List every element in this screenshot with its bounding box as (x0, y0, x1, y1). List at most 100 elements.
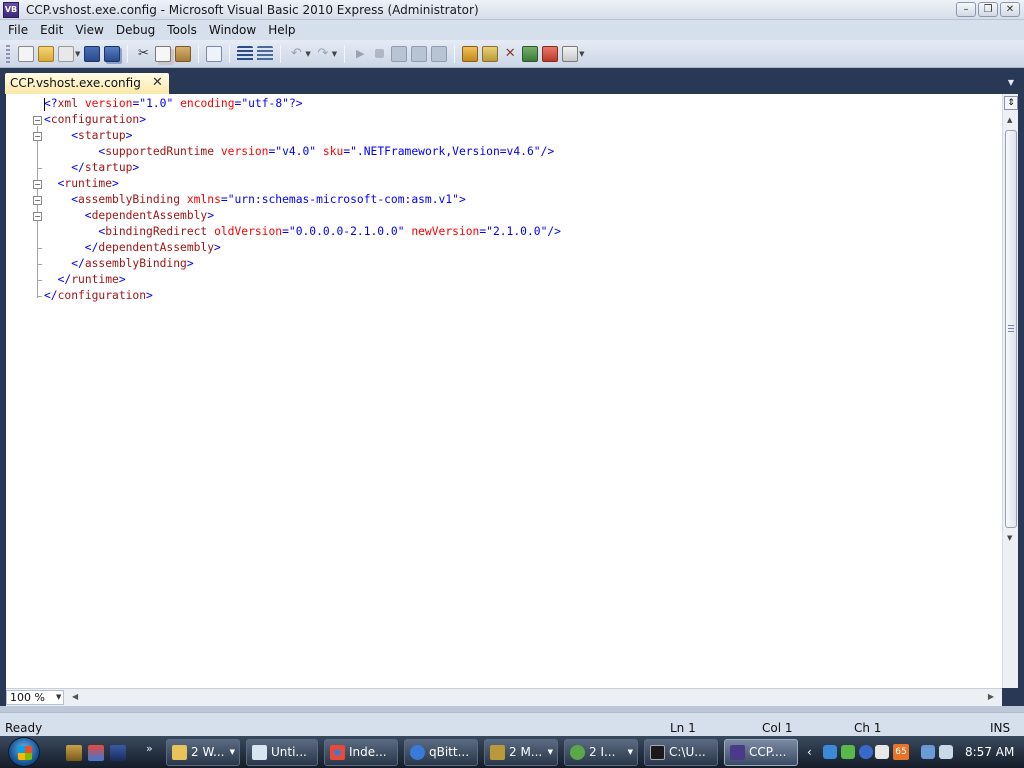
tab-ccp-vshost-exe-config[interactable]: CCP.vshost.exe.config ✕ (5, 73, 169, 94)
network-icon[interactable] (921, 745, 935, 759)
taskbar-button[interactable]: C:\U... (644, 739, 718, 766)
step-over-icon[interactable] (411, 45, 428, 62)
menu-view[interactable]: View (69, 23, 109, 37)
taskbar-button-active[interactable]: CCP.... (724, 739, 798, 766)
chevron-down-icon[interactable]: ▼ (332, 50, 337, 58)
scroll-up-icon[interactable]: ▲ (1007, 116, 1012, 124)
vertical-scrollbar[interactable]: ⇕ ▲ ▼ (1002, 94, 1018, 688)
taskbar-button[interactable]: 2 M... ▼ (484, 739, 558, 766)
visual-basic-icon[interactable]: VB (3, 2, 19, 18)
new-project-icon[interactable] (18, 45, 34, 62)
code-line[interactable]: <?xml version="1.0" encoding="utf-8"?> (44, 96, 561, 112)
toolbox-icon[interactable]: ✕ (502, 46, 518, 62)
save-all-icon[interactable] (104, 45, 121, 62)
scroll-right-icon[interactable]: ▶ (988, 692, 994, 701)
quick-launch-app-icon[interactable] (66, 745, 82, 761)
code-line[interactable]: <startup> (44, 128, 561, 144)
chevron-down-icon[interactable]: ▼ (1008, 78, 1014, 87)
menu-debug[interactable]: Debug (110, 23, 161, 37)
menu-tools[interactable]: Tools (161, 23, 203, 37)
toolbar-options-icon[interactable]: ▼ (579, 50, 584, 58)
chevron-down-icon[interactable]: ▼ (628, 740, 633, 765)
code-line[interactable]: <supportedRuntime version="v4.0" sku=".N… (44, 144, 561, 160)
find-icon[interactable] (206, 45, 223, 62)
vertical-scroll-thumb[interactable] (1005, 130, 1017, 528)
code-line[interactable]: <assemblyBinding xmlns="urn:schemas-micr… (44, 192, 561, 208)
taskbar-button[interactable]: Unti... (246, 739, 318, 766)
code-line[interactable]: <dependentAssembly> (44, 208, 561, 224)
clock[interactable]: 8:57 AM (965, 745, 1014, 759)
tray-badge[interactable]: 65 (893, 744, 909, 760)
taskbar-button[interactable]: 2 I... ▼ (564, 739, 638, 766)
collapse-icon[interactable]: − (33, 132, 42, 141)
code-line[interactable]: </runtime> (44, 272, 561, 288)
collapse-icon[interactable]: − (33, 180, 42, 189)
scroll-left-icon[interactable]: ◀ (72, 692, 78, 701)
save-icon[interactable] (84, 45, 101, 62)
code-line[interactable]: <runtime> (44, 176, 561, 192)
chevron-down-icon[interactable]: ▼ (305, 50, 310, 58)
code-line[interactable]: </dependentAssembly> (44, 240, 561, 256)
code-line[interactable]: </startup> (44, 160, 561, 176)
tray-app-icon[interactable] (875, 745, 889, 759)
toolbar-grip[interactable] (6, 44, 10, 63)
solution-explorer-icon[interactable] (462, 45, 479, 62)
minimize-button[interactable]: – (956, 2, 976, 17)
properties-icon[interactable] (482, 45, 499, 62)
scroll-down-icon[interactable]: ▼ (1007, 534, 1012, 542)
quick-launch-more[interactable]: » (146, 742, 153, 755)
close-icon[interactable]: ✕ (152, 73, 163, 93)
code-token: bindingRedirect (105, 225, 208, 238)
menu-help[interactable]: Help (262, 23, 301, 37)
chevron-down-icon[interactable]: ▼ (548, 740, 553, 765)
copy-icon[interactable] (155, 45, 172, 62)
code-token: "2.1.0.0" (486, 225, 548, 238)
add-item-icon[interactable] (58, 45, 74, 62)
show-desktop-icon[interactable] (110, 745, 126, 761)
chevron-down-icon[interactable]: ▼ (56, 693, 61, 701)
menu-edit[interactable]: Edit (34, 23, 69, 37)
redo-icon[interactable]: ↷ (315, 46, 331, 62)
object-browser-icon[interactable] (522, 45, 539, 62)
uncomment-icon[interactable] (257, 45, 274, 62)
split-window-icon[interactable]: ⇕ (1004, 96, 1018, 110)
undo-icon[interactable]: ↶ (288, 46, 304, 62)
cut-icon[interactable]: ✂ (135, 46, 151, 62)
collapse-icon[interactable]: − (33, 196, 42, 205)
tray-app-icon[interactable] (823, 745, 837, 759)
close-button[interactable]: ✕ (1000, 2, 1020, 17)
taskbar-button[interactable]: 2 W... ▼ (166, 739, 240, 766)
taskbar-button[interactable]: Inde... (324, 739, 398, 766)
chevron-down-icon[interactable]: ▼ (75, 50, 80, 58)
menu-window[interactable]: Window (203, 23, 262, 37)
stop-debugging-icon[interactable] (375, 49, 385, 58)
step-into-icon[interactable] (391, 45, 408, 62)
code-line[interactable]: </configuration> (44, 288, 561, 304)
paste-icon[interactable] (175, 45, 192, 62)
quick-launch-app-icon[interactable] (88, 745, 104, 761)
collapse-icon[interactable]: − (33, 116, 42, 125)
collapse-icon[interactable]: − (33, 212, 42, 221)
error-list-icon[interactable] (542, 45, 559, 62)
volume-icon[interactable] (939, 745, 953, 759)
extension-manager-icon[interactable] (562, 45, 579, 62)
code-token: "v4.0" (275, 145, 317, 158)
step-out-icon[interactable] (431, 45, 448, 62)
code-line[interactable]: </assemblyBinding> (44, 256, 561, 272)
code-line[interactable]: <configuration> (44, 112, 561, 128)
start-debugging-icon[interactable]: ▶ (352, 46, 368, 62)
restore-button[interactable]: ❐ (978, 2, 998, 17)
chevron-down-icon[interactable]: ▼ (230, 740, 235, 765)
taskbar-button[interactable]: qBitt... (404, 739, 478, 766)
tray-app-icon[interactable] (841, 745, 855, 759)
show-hidden-icons-icon[interactable]: ‹ (807, 745, 812, 759)
code-line[interactable]: <bindingRedirect oldVersion="0.0.0.0-2.1… (44, 224, 561, 240)
comment-icon[interactable] (237, 45, 254, 62)
code-editor[interactable]: − − − − − <?xml version="1.0" encoding="… (6, 94, 1002, 688)
start-button[interactable] (8, 737, 40, 767)
tray-app-icon[interactable] (859, 745, 873, 759)
code-text[interactable]: <?xml version="1.0" encoding="utf-8"?> <c… (44, 96, 561, 304)
menu-file[interactable]: File (2, 23, 34, 37)
open-file-icon[interactable] (38, 45, 54, 62)
